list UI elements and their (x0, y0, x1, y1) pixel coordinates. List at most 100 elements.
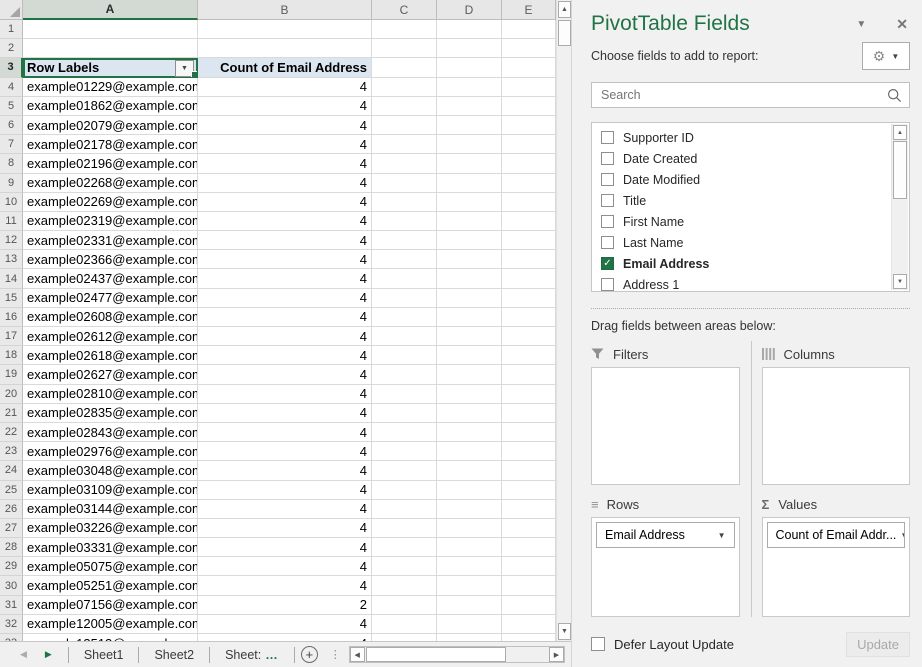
cell-B16[interactable]: 4 (198, 308, 372, 327)
cell-B22[interactable]: 4 (198, 423, 372, 442)
cell-C7[interactable] (372, 135, 437, 154)
field-item-last-name[interactable]: Last Name (592, 232, 891, 253)
row-header-14[interactable]: 14 (0, 269, 23, 288)
cell-C1[interactable] (372, 20, 437, 39)
list-scroll-thumb[interactable] (893, 141, 907, 199)
row-header-21[interactable]: 21 (0, 404, 23, 423)
cell-E24[interactable] (502, 461, 556, 480)
cell-C14[interactable] (372, 269, 437, 288)
tools-button[interactable]: ⚙ ▼ (862, 42, 910, 70)
search-input[interactable] (599, 87, 887, 103)
row-header-9[interactable]: 9 (0, 174, 23, 193)
cell-E15[interactable] (502, 289, 556, 308)
cell-C29[interactable] (372, 557, 437, 576)
cell-B14[interactable]: 4 (198, 269, 372, 288)
sheet-tab-sheet[interactable]: Sheet:… (210, 642, 294, 667)
cell-A19[interactable]: example02627@example.com (23, 365, 198, 384)
cell-D33[interactable] (437, 634, 502, 641)
cell-D7[interactable] (437, 135, 502, 154)
cell-B3[interactable]: Count of Email Address (198, 58, 372, 77)
cell-B4[interactable]: 4 (198, 78, 372, 97)
cell-D17[interactable] (437, 327, 502, 346)
cell-C18[interactable] (372, 346, 437, 365)
cell-B29[interactable]: 4 (198, 557, 372, 576)
pill-caret-icon[interactable]: ▼ (718, 531, 726, 540)
cell-A31[interactable]: example07156@example.com (23, 596, 198, 615)
cell-D29[interactable] (437, 557, 502, 576)
cell-A15[interactable]: example02477@example.com (23, 289, 198, 308)
field-item-date-created[interactable]: Date Created (592, 148, 891, 169)
cell-D22[interactable] (437, 423, 502, 442)
cell-A7[interactable]: example02178@example.com (23, 135, 198, 154)
scroll-right-icon[interactable]: ▶ (549, 647, 564, 662)
cell-E3[interactable] (502, 58, 556, 77)
row-header-15[interactable]: 15 (0, 289, 23, 308)
cell-D18[interactable] (437, 346, 502, 365)
cell-E18[interactable] (502, 346, 556, 365)
cell-E31[interactable] (502, 596, 556, 615)
cell-A8[interactable]: example02196@example.com (23, 154, 198, 173)
cell-A22[interactable]: example02843@example.com (23, 423, 198, 442)
field-item-supporter-id[interactable]: Supporter ID (592, 127, 891, 148)
field-checkbox-email-address[interactable]: ✓ (601, 257, 614, 270)
cell-A18[interactable]: example02618@example.com (23, 346, 198, 365)
column-header-e[interactable]: E (502, 0, 556, 20)
cell-C17[interactable] (372, 327, 437, 346)
filters-area-box[interactable] (591, 367, 740, 485)
row-header-29[interactable]: 29 (0, 557, 23, 576)
cell-E28[interactable] (502, 538, 556, 557)
row-header-8[interactable]: 8 (0, 154, 23, 173)
sheet-tab-sheet1[interactable]: Sheet1 (69, 642, 139, 667)
field-checkbox-title[interactable] (601, 194, 614, 207)
cell-E33[interactable] (502, 634, 556, 641)
cell-D24[interactable] (437, 461, 502, 480)
cell-D16[interactable] (437, 308, 502, 327)
cell-B6[interactable]: 4 (198, 116, 372, 135)
cell-C20[interactable] (372, 385, 437, 404)
row-header-4[interactable]: 4 (0, 78, 23, 97)
cell-B26[interactable]: 4 (198, 500, 372, 519)
cell-E27[interactable] (502, 519, 556, 538)
cell-C13[interactable] (372, 250, 437, 269)
cell-C10[interactable] (372, 193, 437, 212)
cell-E8[interactable] (502, 154, 556, 173)
cell-B9[interactable]: 4 (198, 174, 372, 193)
cell-B20[interactable]: 4 (198, 385, 372, 404)
row-header-12[interactable]: 12 (0, 231, 23, 250)
cell-C15[interactable] (372, 289, 437, 308)
cell-E23[interactable] (502, 442, 556, 461)
cell-D31[interactable] (437, 596, 502, 615)
cell-B31[interactable]: 2 (198, 596, 372, 615)
field-checkbox-date-modified[interactable] (601, 173, 614, 186)
cell-D3[interactable] (437, 58, 502, 77)
row-header-32[interactable]: 32 (0, 615, 23, 634)
rows-area-box[interactable]: Email Address▼ (591, 517, 740, 617)
cell-D9[interactable] (437, 174, 502, 193)
cell-A10[interactable]: example02269@example.com (23, 193, 198, 212)
pane-options-caret-icon[interactable]: ▼ (856, 19, 866, 30)
cell-E13[interactable] (502, 250, 556, 269)
row-header-7[interactable]: 7 (0, 135, 23, 154)
row-header-6[interactable]: 6 (0, 116, 23, 135)
row-header-10[interactable]: 10 (0, 193, 23, 212)
cell-C30[interactable] (372, 576, 437, 595)
row-header-16[interactable]: 16 (0, 308, 23, 327)
field-checkbox-first-name[interactable] (601, 215, 614, 228)
cell-A27[interactable]: example03226@example.com (23, 519, 198, 538)
cell-E30[interactable] (502, 576, 556, 595)
cell-E12[interactable] (502, 231, 556, 250)
field-pill-count-of-email-addr[interactable]: Count of Email Addr...▼ (767, 522, 906, 548)
cell-B2[interactable] (198, 39, 372, 58)
cell-E14[interactable] (502, 269, 556, 288)
cell-C4[interactable] (372, 78, 437, 97)
cell-C23[interactable] (372, 442, 437, 461)
cell-E29[interactable] (502, 557, 556, 576)
cell-B12[interactable]: 4 (198, 231, 372, 250)
row-header-27[interactable]: 27 (0, 519, 23, 538)
field-item-email-address[interactable]: ✓Email Address (592, 253, 891, 274)
row-header-22[interactable]: 22 (0, 423, 23, 442)
row-header-11[interactable]: 11 (0, 212, 23, 231)
column-header-a[interactable]: A (23, 0, 198, 20)
cell-C25[interactable] (372, 481, 437, 500)
field-item-first-name[interactable]: First Name (592, 211, 891, 232)
